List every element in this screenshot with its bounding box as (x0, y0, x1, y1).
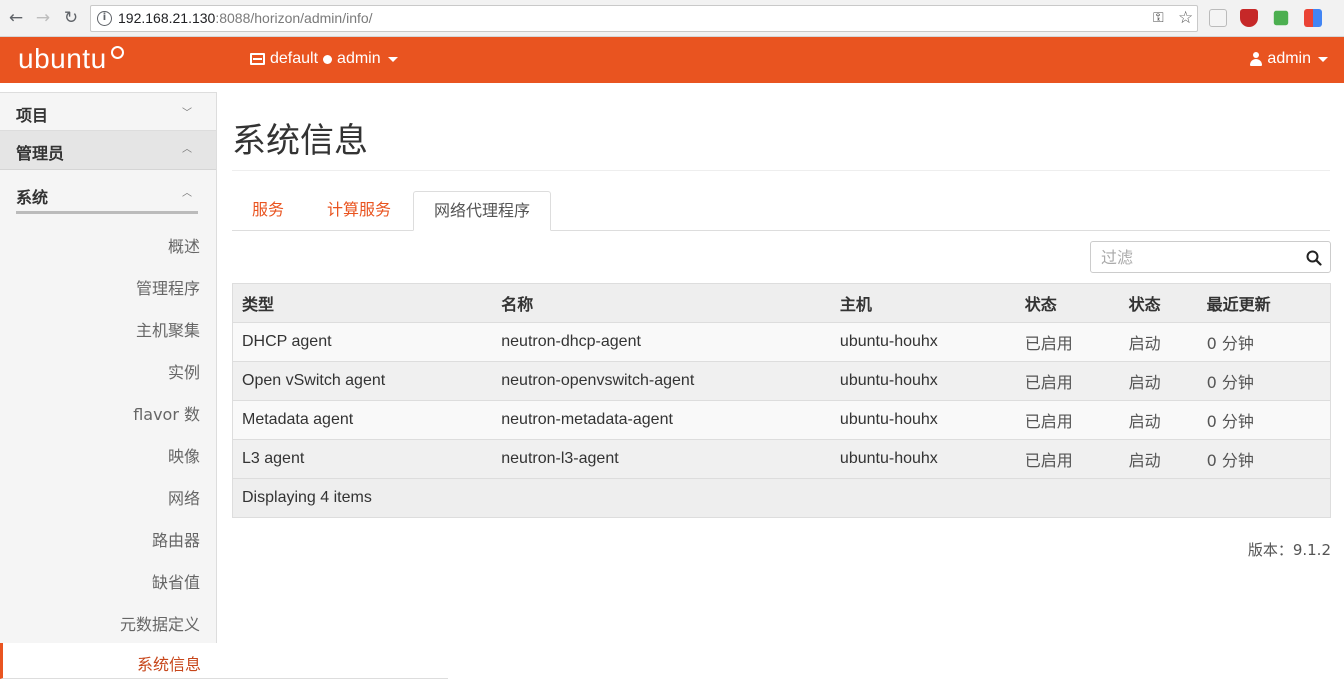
site-info-icon[interactable]: i (97, 11, 112, 26)
sidebar-item-hypervisors[interactable]: 管理程序 (136, 275, 200, 299)
cell-state: 启动 (1119, 400, 1198, 440)
cell-host: ubuntu-houhx (830, 439, 1016, 479)
table-row: Metadata agent neutron-metadata-agent ub… (232, 400, 1331, 440)
sidebar-item-system-information[interactable]: 系统信息 (0, 643, 448, 679)
extension-grid-icon[interactable] (1304, 9, 1322, 27)
cell-state: 启动 (1119, 439, 1198, 479)
table-header-row: 类型 名称 主机 状态 状态 最近更新 (232, 283, 1331, 323)
cell-type: Metadata agent (232, 400, 493, 440)
table-row: L3 agent neutron-l3-agent ubuntu-houhx 已… (232, 439, 1331, 479)
project-name: admin (337, 50, 381, 67)
column-header-status[interactable]: 状态 (1015, 283, 1120, 323)
section-underline (16, 211, 198, 214)
table-row: Open vSwitch agent neutron-openvswitch-a… (232, 361, 1331, 401)
user-icon (1250, 52, 1263, 66)
cell-host: ubuntu-houhx (830, 322, 1016, 362)
sidebar-item-overview[interactable]: 概述 (168, 233, 200, 257)
filter-field[interactable] (1090, 241, 1331, 273)
cell-type: Open vSwitch agent (232, 361, 493, 401)
tab-network-agents[interactable]: 网络代理程序 (413, 191, 552, 231)
tab-compute-services[interactable]: 计算服务 (307, 191, 411, 231)
sidebar-item-host-aggregates[interactable]: 主机聚集 (136, 317, 200, 341)
extension-translate-icon[interactable] (1273, 10, 1289, 26)
cell-host: ubuntu-houhx (830, 400, 1016, 440)
extension-page-icon[interactable] (1209, 9, 1227, 27)
filter-input[interactable] (1101, 248, 1301, 267)
extension-shield-icon[interactable] (1240, 9, 1258, 27)
forward-arrow-icon[interactable]: → (33, 8, 53, 28)
url-path: :8088/horizon/admin/info/ (215, 10, 373, 26)
sidebar-item-networks[interactable]: 网络 (168, 485, 200, 509)
url-text[interactable]: 192.168.21.130:8088/horizon/admin/info/ (118, 10, 373, 26)
chevron-up-icon: ︿ (182, 144, 192, 155)
ubuntu-logo[interactable]: ubuntu (18, 43, 107, 75)
cell-host: ubuntu-houhx (830, 361, 1016, 401)
cell-name: neutron-dhcp-agent (492, 322, 831, 362)
sidebar-item-routers[interactable]: 路由器 (152, 527, 200, 551)
page-title: 系统信息 (232, 121, 368, 161)
chevron-up-icon: ︿ (182, 188, 192, 199)
circle-of-friends-icon (111, 46, 124, 59)
separator-dot-icon (323, 54, 333, 64)
cell-status: 已启用 (1015, 361, 1120, 401)
column-header-state[interactable]: 状态 (1119, 283, 1198, 323)
table-row: DHCP agent neutron-dhcp-agent ubuntu-hou… (232, 322, 1331, 362)
tab-services[interactable]: 服务 (232, 191, 304, 231)
key-icon[interactable]: ⚿ (1153, 10, 1164, 26)
cell-name: neutron-l3-agent (492, 439, 831, 479)
url-host: 192.168.21.130 (118, 10, 216, 26)
tab-bar: 服务 计算服务 网络代理程序 (232, 191, 1330, 231)
sidebar: 项目 ﹀ 管理员 ︿ 系统 ︿ 概述 管理程序 主机聚集 实例 flavor 数… (0, 92, 217, 678)
sidebar-section-label: 管理员 (16, 144, 65, 163)
search-icon[interactable] (1306, 250, 1322, 266)
sidebar-item-label: 系统信息 (137, 655, 202, 674)
project-icon (250, 53, 265, 65)
version-label: 版本：9.1.2 (1247, 541, 1331, 559)
column-header-name[interactable]: 名称 (492, 283, 831, 323)
sidebar-item-project[interactable]: 项目 ﹀ (0, 92, 216, 131)
sidebar-section-label: 系统 (16, 188, 49, 207)
chevron-down-icon: ﹀ (182, 108, 192, 119)
divider (232, 170, 1330, 171)
cell-last-updated: 0 分钟 (1197, 439, 1331, 479)
cell-name: neutron-openvswitch-agent (492, 361, 831, 401)
browser-toolbar: ← → ↻ i 192.168.21.130:8088/horizon/admi… (0, 0, 1344, 37)
cell-last-updated: 0 分钟 (1197, 322, 1331, 362)
cell-status: 已启用 (1015, 322, 1120, 362)
sidebar-section-label: 项目 (16, 106, 49, 125)
project-domain: default (270, 50, 319, 67)
column-header-type[interactable]: 类型 (232, 283, 493, 323)
user-menu[interactable]: admin (1250, 50, 1328, 68)
sidebar-item-instances[interactable]: 实例 (168, 359, 200, 383)
caret-down-icon (1318, 56, 1328, 62)
item-count: Displaying 4 items (232, 478, 1331, 518)
sidebar-item-admin[interactable]: 管理员 ︿ (0, 131, 216, 170)
table-footer-row: Displaying 4 items (232, 478, 1331, 518)
sidebar-item-defaults[interactable]: 缺省值 (152, 569, 200, 593)
back-arrow-icon[interactable]: ← (6, 8, 26, 28)
reload-icon[interactable]: ↻ (61, 8, 81, 28)
column-header-host[interactable]: 主机 (830, 283, 1016, 323)
cell-status: 已启用 (1015, 400, 1120, 440)
cell-type: L3 agent (232, 439, 493, 479)
top-navbar: ubuntu default admin admin (0, 37, 1344, 83)
sidebar-item-flavors[interactable]: flavor 数 (133, 401, 200, 425)
address-bar[interactable]: i 192.168.21.130:8088/horizon/admin/info… (90, 5, 1198, 32)
cell-name: neutron-metadata-agent (492, 400, 831, 440)
cell-state: 启动 (1119, 322, 1198, 362)
sidebar-item-metadata-definitions[interactable]: 元数据定义 (120, 611, 200, 635)
sidebar-item-system[interactable]: 系统 ︿ (0, 170, 216, 215)
cell-state: 启动 (1119, 361, 1198, 401)
sidebar-item-images[interactable]: 映像 (168, 443, 200, 467)
caret-down-icon (387, 56, 398, 62)
cell-type: DHCP agent (232, 322, 493, 362)
column-header-last-updated[interactable]: 最近更新 (1197, 283, 1331, 323)
cell-last-updated: 0 分钟 (1197, 400, 1331, 440)
network-agents-table: 类型 名称 主机 状态 状态 最近更新 DHCP agent neutron-d… (232, 283, 1331, 518)
cell-last-updated: 0 分钟 (1197, 361, 1331, 401)
project-switcher[interactable]: default admin (250, 50, 398, 68)
bookmark-star-icon[interactable]: ☆ (1178, 8, 1193, 28)
cell-status: 已启用 (1015, 439, 1120, 479)
user-name: admin (1267, 50, 1311, 67)
